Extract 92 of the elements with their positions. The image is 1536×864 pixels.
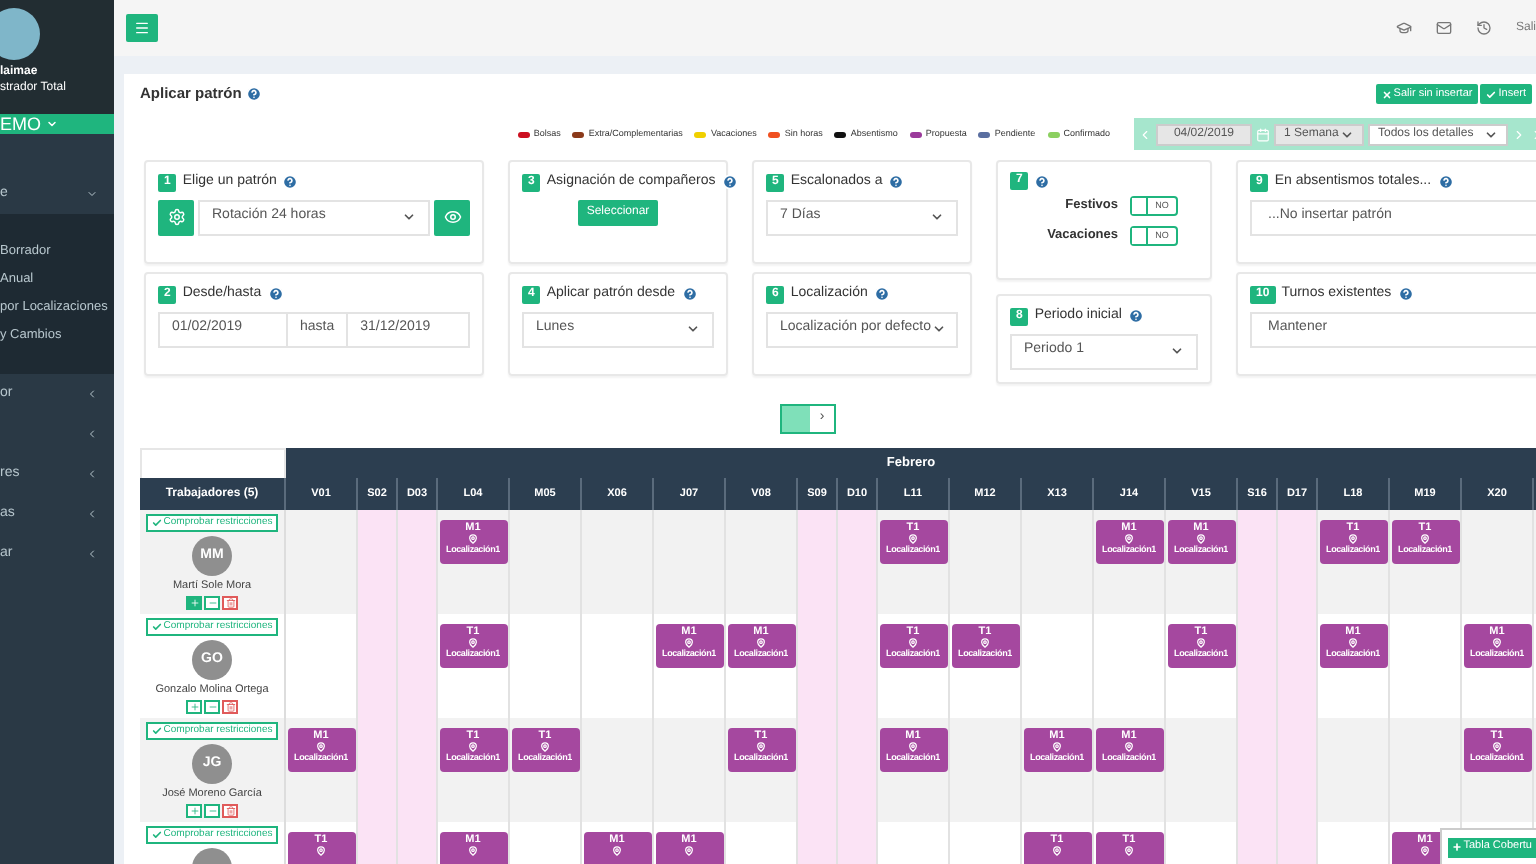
plus-icon	[189, 702, 199, 713]
pin-icon	[468, 638, 478, 648]
pin-icon	[1124, 846, 1134, 856]
close-icon	[1381, 89, 1392, 99]
plus-icon	[189, 598, 199, 609]
caret-icon	[930, 210, 944, 224]
weekend-cell	[358, 510, 398, 614]
caret-icon	[402, 210, 416, 224]
menu-button[interactable]	[126, 14, 158, 42]
pin-icon	[468, 534, 478, 544]
settings-icon	[167, 208, 185, 226]
pin-icon	[540, 742, 550, 752]
check-icon	[151, 518, 162, 528]
plus-icon	[189, 806, 199, 817]
menu-icon	[134, 20, 150, 36]
help-icon	[267, 286, 284, 303]
weekend-cell	[798, 510, 838, 614]
pin-icon	[908, 534, 918, 544]
weekend-cell	[1238, 510, 1278, 614]
caret-icon	[686, 322, 700, 336]
pin-icon	[316, 846, 326, 856]
caret-icon	[931, 322, 945, 336]
pin-icon	[684, 638, 694, 648]
help-icon	[873, 286, 890, 303]
remove-button[interactable]	[204, 804, 220, 819]
help-icon	[1437, 174, 1454, 191]
pin-icon	[468, 742, 478, 752]
pin-icon	[1348, 638, 1358, 648]
check-icon	[151, 622, 162, 632]
pin-icon	[684, 846, 694, 856]
pin-icon	[1420, 846, 1430, 856]
help-icon	[282, 174, 299, 191]
help-icon	[1127, 308, 1144, 325]
help-icon	[1034, 173, 1051, 189]
pin-icon	[1196, 638, 1206, 648]
trash-icon	[225, 702, 235, 713]
trash-icon	[225, 806, 235, 817]
pin-icon	[756, 638, 766, 648]
remove-button[interactable]	[204, 700, 220, 715]
preview-button[interactable]	[434, 199, 470, 235]
pin-icon	[980, 638, 990, 648]
caret-icon	[1484, 127, 1498, 141]
pin-icon	[612, 846, 622, 856]
pin-icon	[316, 742, 326, 752]
check-icon	[151, 726, 162, 736]
pin-icon	[1196, 534, 1206, 544]
settings-button[interactable]	[158, 199, 194, 235]
minus-icon	[207, 702, 217, 713]
plus-icon	[1451, 842, 1462, 852]
weekend-cell	[838, 510, 878, 614]
pin-icon	[908, 742, 918, 752]
help-icon	[245, 86, 262, 102]
pin-icon	[1124, 742, 1134, 752]
check-icon	[1486, 89, 1497, 99]
weekend-cell	[1278, 510, 1318, 614]
pin-icon	[756, 742, 766, 752]
add-button[interactable]	[186, 700, 202, 715]
delete-button[interactable]	[222, 596, 238, 611]
caret-icon	[1340, 127, 1354, 141]
pin-icon	[1492, 638, 1502, 648]
pin-icon	[1052, 742, 1062, 752]
company-selector[interactable]: EMO	[0, 114, 114, 134]
check-icon	[151, 830, 162, 840]
delete-button[interactable]	[222, 804, 238, 819]
minus-icon	[207, 598, 217, 609]
help-icon	[1397, 286, 1414, 303]
minus-icon	[207, 806, 217, 817]
delete-button[interactable]	[222, 700, 238, 715]
caret-icon	[1170, 344, 1184, 358]
pin-icon	[1420, 534, 1430, 544]
calendar-icon[interactable]	[1256, 127, 1270, 141]
pin-icon	[1492, 742, 1502, 752]
caret-icon	[45, 118, 58, 130]
pin-icon	[1124, 534, 1134, 544]
previous-icon[interactable]	[1137, 127, 1152, 141]
graduation-cap-icon[interactable]	[1395, 20, 1412, 36]
pin-icon	[1052, 846, 1062, 856]
pin-icon	[908, 638, 918, 648]
remove-button[interactable]	[204, 596, 220, 611]
help-icon	[681, 286, 698, 303]
add-button[interactable]	[186, 804, 202, 819]
avatar	[0, 8, 40, 60]
help-icon	[888, 174, 905, 191]
history-icon[interactable]	[1475, 20, 1492, 36]
eye-icon	[443, 208, 461, 226]
mail-icon[interactable]	[1435, 20, 1452, 36]
pin-icon	[1348, 534, 1358, 544]
help-icon	[721, 174, 738, 191]
pin-icon	[468, 846, 478, 856]
add-button[interactable]	[186, 596, 202, 611]
weekend-cell	[398, 510, 438, 614]
trash-icon	[225, 598, 235, 609]
